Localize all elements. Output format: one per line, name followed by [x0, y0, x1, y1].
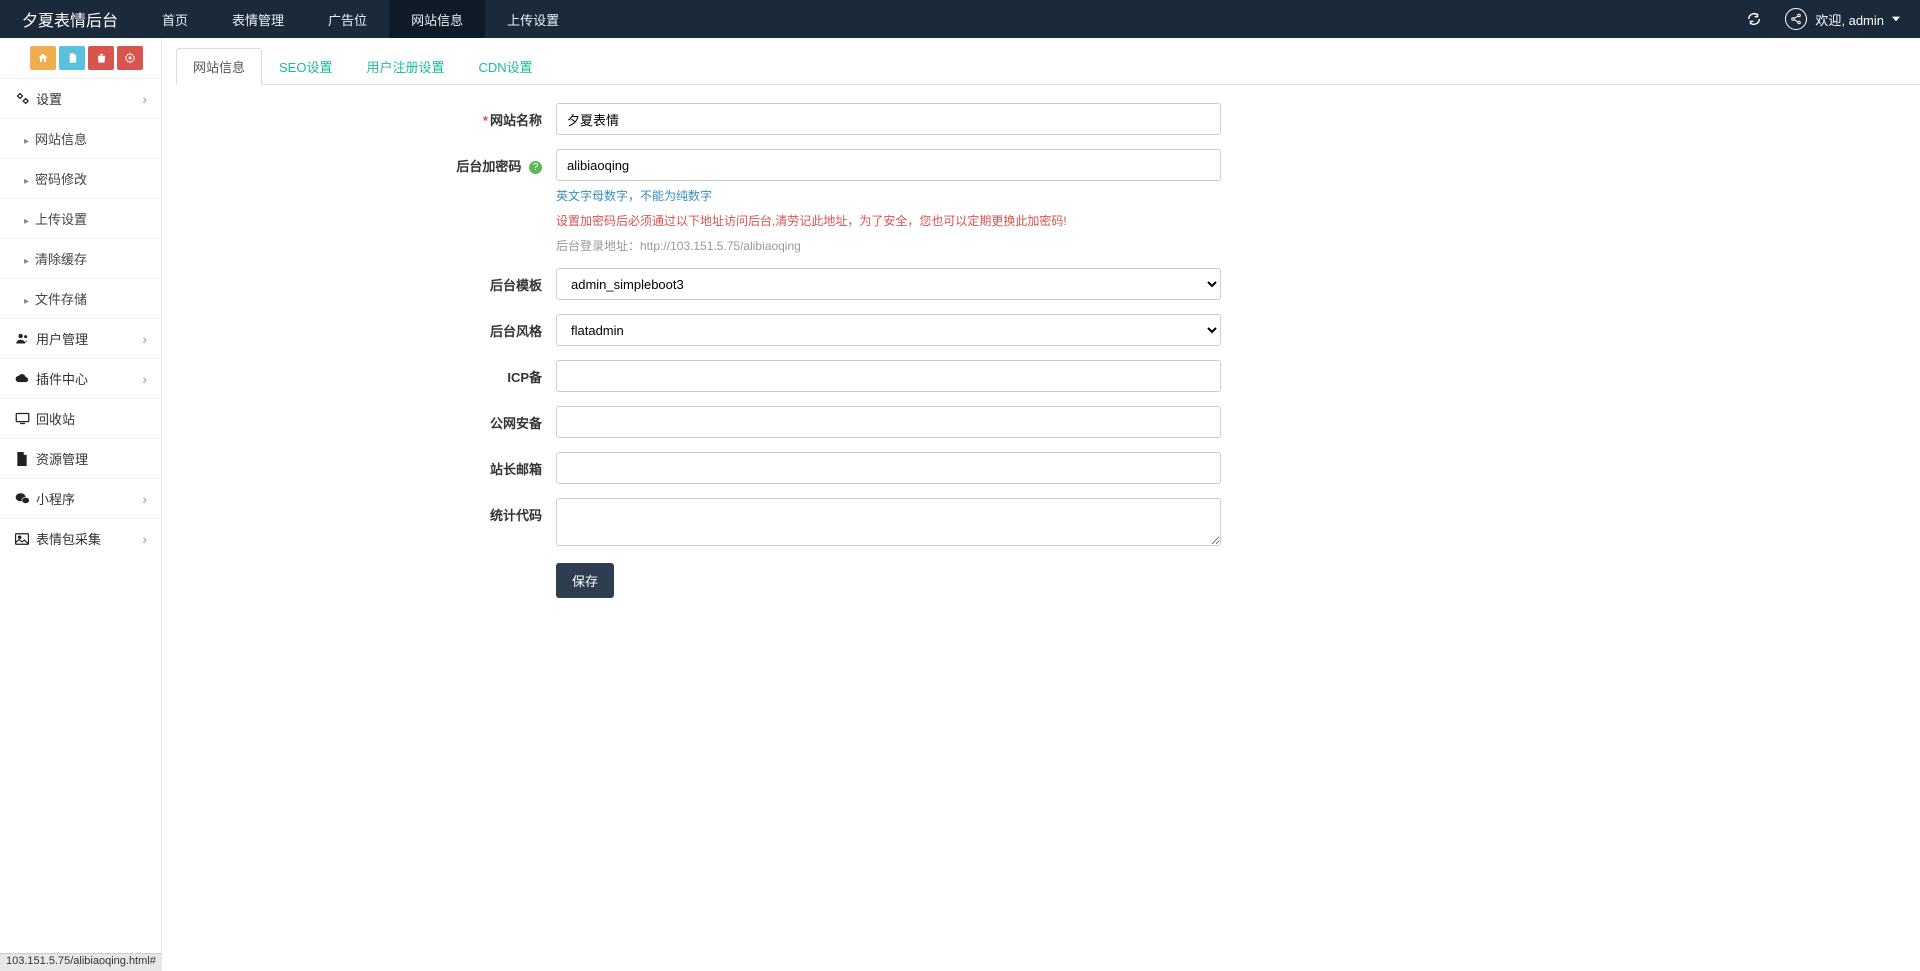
textarea-stats-code[interactable]	[556, 498, 1221, 546]
sidebar: 设置 › 网站信息 密码修改 上传设置 清除缓存 文件存储 用户管理	[0, 38, 162, 953]
chevron-right-icon: ›	[142, 331, 147, 347]
submenu-clear-cache[interactable]: 清除缓存	[0, 238, 161, 278]
top-nav: 首页 表情管理 广告位 网站信息 上传设置	[140, 0, 581, 38]
select-admin-style[interactable]: flatadmin	[556, 314, 1221, 346]
input-admin-email[interactable]	[556, 452, 1221, 484]
gears-icon	[12, 91, 32, 106]
user-menu[interactable]: 欢迎, admin	[1779, 0, 1906, 38]
submenu-upload[interactable]: 上传设置	[0, 198, 161, 238]
tab-seo[interactable]: SEO设置	[262, 48, 349, 85]
sidebar-item-plugins[interactable]: 插件中心 ›	[0, 359, 161, 398]
home-icon	[37, 52, 49, 64]
chevron-right-icon: ›	[142, 491, 147, 507]
file-icon	[67, 52, 78, 64]
image-icon	[12, 533, 32, 545]
sidebar-label: 插件中心	[36, 369, 142, 388]
tool-file-button[interactable]	[59, 46, 85, 70]
tool-home-button[interactable]	[30, 46, 56, 70]
sidebar-label: 用户管理	[36, 329, 142, 348]
sidebar-item-miniprogram[interactable]: 小程序 ›	[0, 479, 161, 518]
topnav-ads[interactable]: 广告位	[306, 0, 389, 38]
tab-site-info[interactable]: 网站信息	[176, 48, 262, 85]
main-content: 网站信息 SEO设置 用户注册设置 CDN设置 *网站名称 后台加密码 ? 英文…	[162, 38, 1920, 953]
input-gongan[interactable]	[556, 406, 1221, 438]
trash-icon	[96, 52, 107, 64]
label-icp: ICP备	[176, 360, 556, 386]
top-right: 欢迎, admin	[1737, 0, 1920, 38]
sidebar-menu: 设置 › 网站信息 密码修改 上传设置 清除缓存 文件存储 用户管理	[0, 78, 161, 558]
welcome-text: 欢迎, admin	[1815, 10, 1884, 29]
submenu-file-storage[interactable]: 文件存储	[0, 278, 161, 318]
document-icon	[12, 452, 32, 466]
sidebar-label: 小程序	[36, 489, 142, 508]
sidebar-item-collect[interactable]: 表情包采集 ›	[0, 519, 161, 558]
help-text-1: 英文字母数字，不能为纯数字	[556, 187, 1221, 204]
tool-gear-button[interactable]	[117, 46, 143, 70]
sidebar-item-recycle[interactable]: 回收站	[0, 399, 161, 438]
content-tabs: 网站信息 SEO设置 用户注册设置 CDN设置	[176, 48, 1920, 85]
label-admin-code: 后台加密码 ?	[176, 149, 556, 175]
sidebar-item-settings[interactable]: 设置 ›	[0, 79, 161, 118]
cloud-icon	[12, 373, 32, 385]
sidebar-item-users[interactable]: 用户管理 ›	[0, 319, 161, 358]
input-admin-code[interactable]	[556, 149, 1221, 181]
wechat-icon	[12, 492, 32, 505]
tool-trash-button[interactable]	[88, 46, 114, 70]
tab-cdn[interactable]: CDN设置	[462, 48, 550, 85]
label-stats-code: 统计代码	[176, 498, 556, 524]
sidebar-item-resources[interactable]: 资源管理	[0, 439, 161, 478]
topnav-home[interactable]: 首页	[140, 0, 210, 38]
caret-down-icon	[1892, 15, 1900, 23]
input-site-name[interactable]	[556, 103, 1221, 135]
submenu-password[interactable]: 密码修改	[0, 158, 161, 198]
refresh-button[interactable]	[1737, 0, 1771, 38]
submenu-site-info[interactable]: 网站信息	[0, 118, 161, 158]
sidebar-label: 设置	[36, 89, 142, 108]
sidebar-label: 表情包采集	[36, 529, 142, 548]
chevron-right-icon: ›	[142, 371, 147, 387]
tab-register[interactable]: 用户注册设置	[349, 48, 461, 85]
input-icp[interactable]	[556, 360, 1221, 392]
chevron-right-icon: ›	[142, 531, 147, 547]
sidebar-label: 资源管理	[36, 449, 147, 468]
chevron-right-icon: ›	[142, 91, 147, 107]
topnav-upload[interactable]: 上传设置	[485, 0, 581, 38]
settings-form: *网站名称 后台加密码 ? 英文字母数字，不能为纯数字 设置加密码后必须通过以下…	[162, 103, 1252, 652]
status-bar: 103.151.5.75/alibiaoqing.html#	[0, 953, 162, 971]
top-navbar: 夕夏表情后台 首页 表情管理 广告位 网站信息 上传设置 欢迎, admin	[0, 0, 1920, 38]
help-text-3: 后台登录地址：http://103.151.5.75/alibiaoqing	[556, 237, 1221, 254]
toolbar-buttons	[0, 38, 161, 78]
label-admin-tpl: 后台模板	[176, 268, 556, 294]
settings-submenu: 网站信息 密码修改 上传设置 清除缓存 文件存储	[0, 118, 161, 318]
label-admin-style: 后台风格	[176, 314, 556, 340]
help-text-2: 设置加密码后必须通过以下地址访问后台,清劳记此地址，为了安全，您也可以定期更换此…	[556, 212, 1221, 229]
topnav-emoji-manage[interactable]: 表情管理	[210, 0, 306, 38]
desktop-icon	[12, 412, 32, 425]
brand-title: 夕夏表情后台	[0, 7, 140, 31]
topnav-site-info[interactable]: 网站信息	[389, 0, 485, 38]
users-icon	[12, 331, 32, 346]
share-icon	[1785, 8, 1807, 30]
gear-icon	[124, 52, 136, 64]
label-site-name: *网站名称	[176, 103, 556, 129]
sidebar-label: 回收站	[36, 409, 147, 428]
refresh-icon	[1747, 12, 1761, 26]
save-button[interactable]: 保存	[556, 563, 614, 598]
help-icon[interactable]: ?	[529, 161, 542, 174]
label-gongan: 公网安备	[176, 406, 556, 432]
label-admin-email: 站长邮箱	[176, 452, 556, 478]
select-admin-tpl[interactable]: admin_simpleboot3	[556, 268, 1221, 300]
